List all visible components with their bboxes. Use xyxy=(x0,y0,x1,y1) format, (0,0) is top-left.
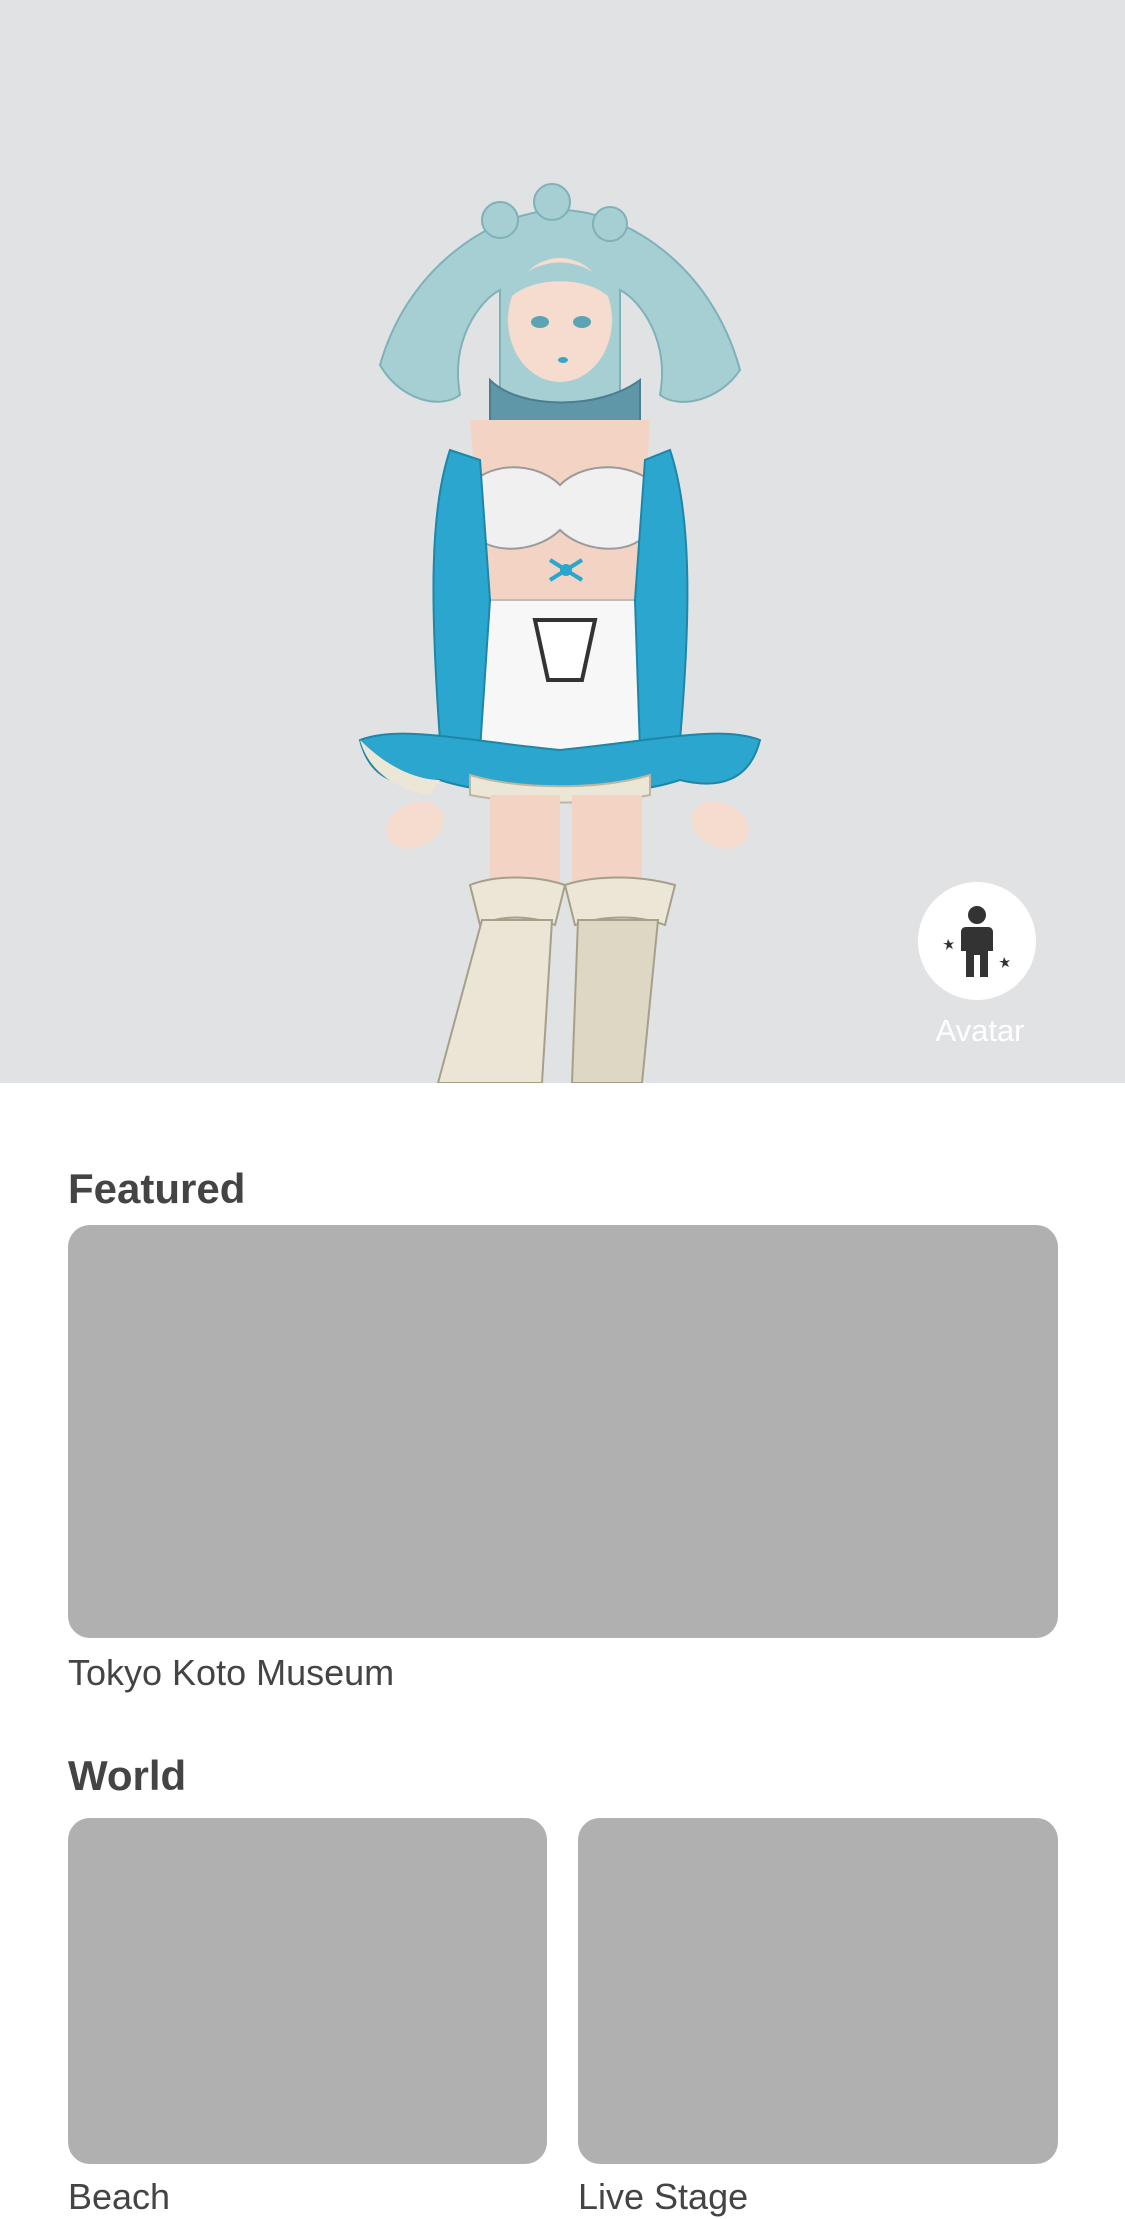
featured-card-tokyo-koto-museum[interactable] xyxy=(68,1225,1058,1638)
featured-section-title: Featured xyxy=(68,1165,246,1212)
featured-card-label: Tokyo Koto Museum xyxy=(68,1652,395,1693)
world-card-live-stage[interactable] xyxy=(578,1818,1058,2164)
person-sparkle-icon xyxy=(943,906,1010,977)
world-section-title: World xyxy=(68,1752,187,1799)
world-card-label-live-stage: Live Stage xyxy=(578,2176,749,2217)
avatar-hero: Avatar xyxy=(0,0,1125,1083)
world-card-label-beach: Beach xyxy=(68,2176,171,2217)
avatar-button[interactable] xyxy=(918,882,1036,1000)
world-card-beach[interactable] xyxy=(68,1818,547,2164)
avatar-character-image xyxy=(358,183,762,1083)
avatar-label: Avatar xyxy=(935,1013,1025,1048)
